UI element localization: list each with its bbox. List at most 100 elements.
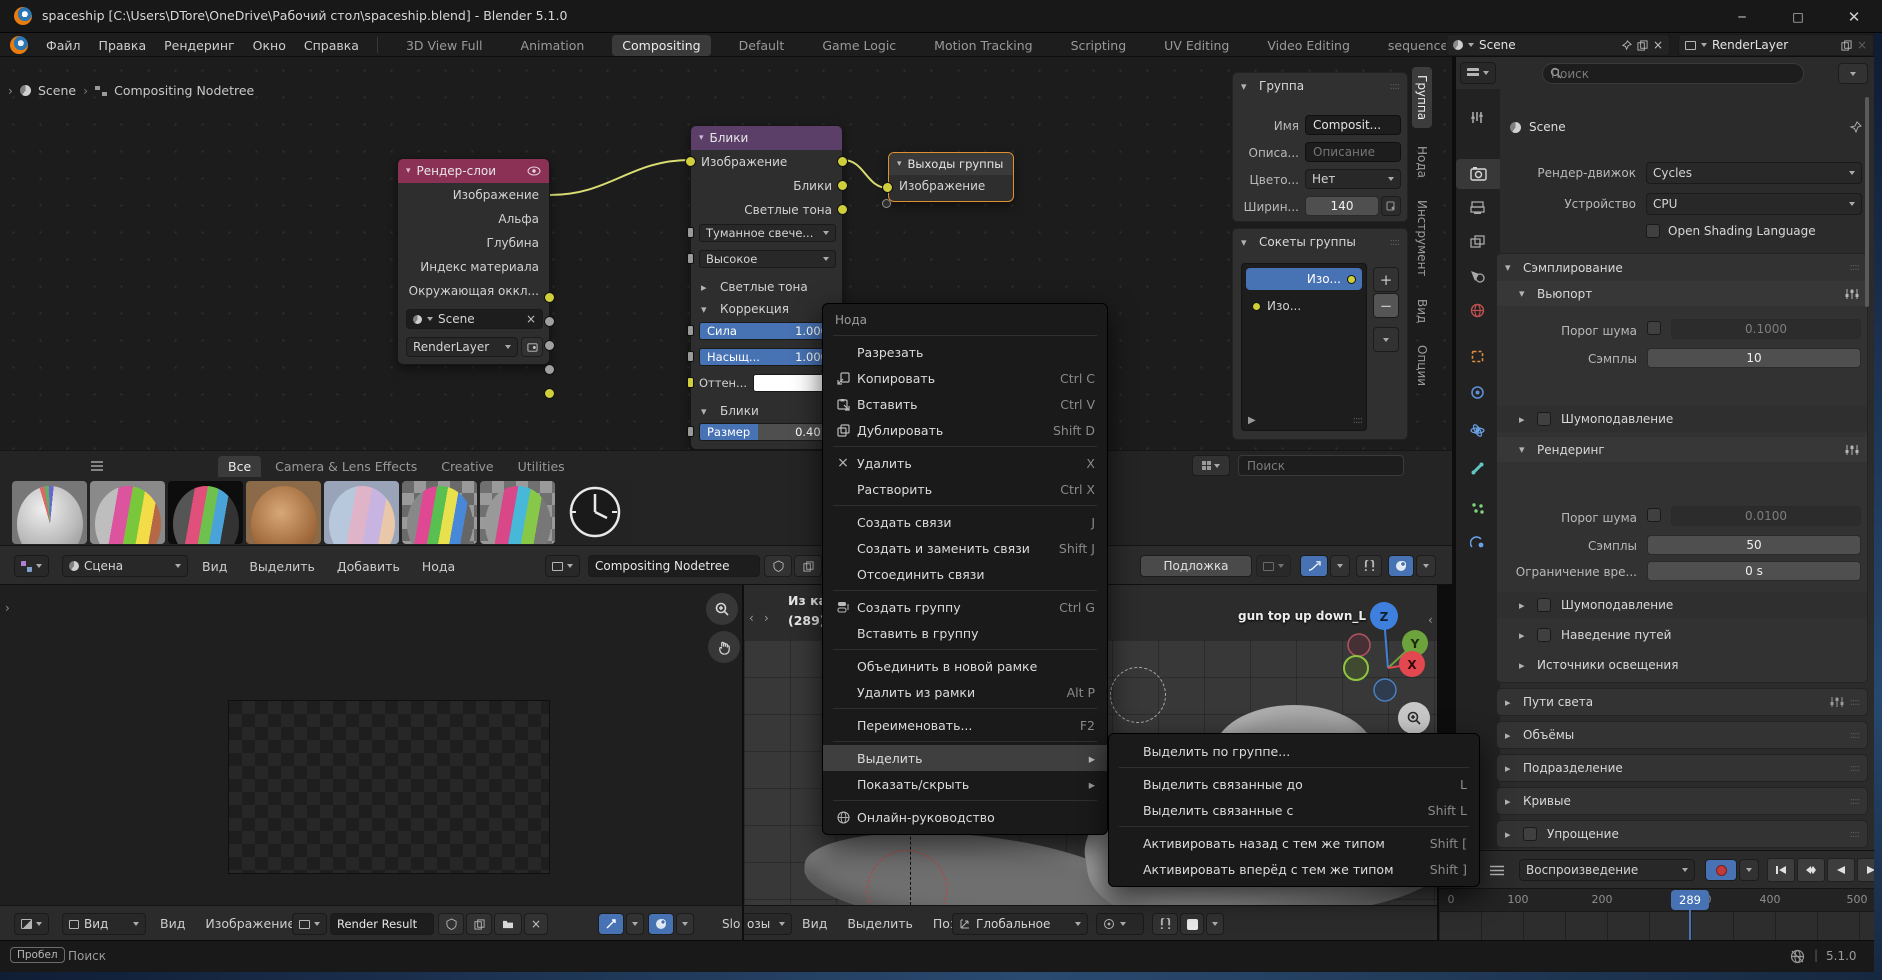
workspace-tab-compositing[interactable]: Compositing [612,35,710,56]
sidebar-tab-group[interactable]: Группа [1412,67,1432,128]
filter-settings-icon[interactable] [1845,288,1859,300]
asset-tab-camera-lens[interactable]: Camera & Lens Effects [265,456,427,477]
node-menu-node[interactable]: Нода [422,559,455,574]
remove-socket-button[interactable]: − [1373,293,1399,318]
workspace-tab-scripting[interactable]: Scripting [1061,35,1137,56]
sidebar-collapse-chevron[interactable]: ‹ [1428,613,1433,627]
curves-panel-header[interactable]: ▸Кривые:::: [1496,787,1868,815]
denoise-subpanel-header[interactable]: ▸Шумоподавление [1497,406,1867,432]
menu-render[interactable]: Рендеринг [164,38,235,53]
saturation-slider[interactable]: Насыщ...1.000 [699,348,836,366]
editor-type-button[interactable] [14,555,49,577]
pin-icon[interactable] [1621,40,1632,51]
asset-thumbnail[interactable] [12,481,87,544]
copy-nodetree-button[interactable] [794,555,822,577]
path-guiding-subpanel-header[interactable]: ▸Наведение путей [1497,622,1867,648]
tab-object-icon[interactable] [1470,349,1485,364]
sidebar-tab-options[interactable]: Опции [1412,337,1432,394]
hamburger-menu-icon[interactable] [90,461,104,471]
menu-item-make-links[interactable]: Создать связиJ [823,509,1107,535]
properties-scrollbar[interactable] [1865,97,1869,307]
snapping-magnet-button[interactable] [1356,555,1382,577]
render-single-layer-button[interactable] [521,337,543,357]
filter-settings-icon[interactable] [1845,444,1859,456]
size-slider[interactable]: Размер0.401 [699,423,836,441]
asset-thumbnail[interactable] [168,481,243,544]
menu-edit[interactable]: Правка [99,38,147,53]
menu-item-select[interactable]: Выделить▸ [823,745,1107,771]
vp-menu-view[interactable]: Вид [802,916,827,931]
menu-item-delete[interactable]: ×УдалитьX [823,450,1107,476]
glare-quality-dropdown[interactable]: Высокое [699,250,836,268]
workspace-tab-motiontracking[interactable]: Motion Tracking [924,35,1042,56]
denoise2-subpanel-header[interactable]: ▸Шумоподавление [1497,592,1867,618]
overlap-dropdown[interactable] [1416,555,1436,577]
menu-file[interactable]: Файл [46,38,81,53]
timeline-ruler[interactable]: 0 100 200 300 400 500 [1439,889,1882,911]
render-subpanel-header[interactable]: ▾Рендеринг [1497,437,1867,462]
snap-magnet-button[interactable] [1152,913,1178,935]
tab-output-icon[interactable] [1470,201,1485,215]
tab-world-icon[interactable] [1470,303,1485,318]
tab-constraints-icon[interactable] [1470,385,1485,400]
viewport-zoom-button[interactable] [1398,702,1430,734]
panel-glare-section[interactable]: ▾Блики [691,399,769,423]
current-frame-badge[interactable]: 289 [1671,890,1709,910]
simplify-panel-header[interactable]: ▸Упрощение:::: [1496,820,1868,848]
asset-thumbnail[interactable] [402,481,477,544]
asset-tab-creative[interactable]: Creative [431,456,503,477]
menu-item-rename[interactable]: Переименовать...F2 [823,712,1107,738]
maximize-button[interactable]: □ [1770,0,1826,33]
pin-icon[interactable] [1849,121,1862,134]
uv-snap-button[interactable] [598,913,624,935]
noise-threshold-checkbox[interactable] [1647,321,1661,335]
vp-menu-select[interactable]: Выделить [847,916,913,931]
image-editor[interactable]: › [0,585,742,905]
width-field[interactable]: 140 [1305,196,1379,216]
socket-item[interactable]: Изо... [1246,296,1362,316]
workspace-tab-default[interactable]: Default [729,35,795,56]
noise-threshold-field[interactable]: 0.1000 [1671,319,1861,339]
menu-item-online-manual[interactable]: Онлайн-руководство [823,804,1107,830]
menu-window[interactable]: Окно [253,38,286,53]
noise-threshold2-field[interactable]: 0.0100 [1671,506,1861,526]
backdrop-toggle[interactable]: Подложка [1140,555,1252,577]
mode-dropdown-clipped[interactable]: озы [742,913,792,935]
tab-scene-icon[interactable] [1470,269,1485,283]
menu-item-remove-from-frame[interactable]: Удалить из рамкиAlt P [823,679,1107,705]
node-group-output[interactable]: ▾ Выходы группы Изображение [888,152,1014,202]
snap-target-swatch[interactable] [1180,913,1204,935]
subdivision-panel-header[interactable]: ▸Подразделение:::: [1496,754,1868,782]
region-prev-chevron[interactable]: ‹ [749,611,754,625]
playhead-line[interactable] [1689,909,1691,940]
menu-item-duplicate[interactable]: ДублироватьShift D [823,417,1107,443]
menu-item-dissolve[interactable]: РастворитьCtrl X [823,476,1107,502]
viewport-subpanel-header[interactable]: ▾Вьюпорт [1497,281,1867,306]
menu-help[interactable]: Справка [304,38,359,53]
image-menu-view[interactable]: Вид [160,916,185,931]
asset-thumbnail[interactable] [324,481,399,544]
workspace-tab-uvediting[interactable]: UV Editing [1154,35,1239,56]
editor-type-button[interactable] [1460,62,1496,84]
copy-image-button[interactable] [466,913,492,935]
description-field[interactable]: Описание [1305,142,1401,162]
tab-data-bone-icon[interactable] [1470,461,1485,476]
close-button[interactable]: ✕ [1826,0,1882,33]
node-menu-view[interactable]: Вид [202,559,227,574]
name-field[interactable]: Composit... [1305,115,1401,135]
uv-snap-dropdown[interactable] [626,913,644,935]
volumes-panel-header[interactable]: ▸Объёмы:::: [1496,721,1868,749]
menu-item-show-hide[interactable]: Показать/скрыть▸ [823,771,1107,797]
submenu-item-select-linked-from[interactable]: Выделить связанные сShift L [1109,797,1479,823]
asset-thumbnail-clock[interactable] [558,481,633,544]
menu-item-copy[interactable]: КопироватьCtrl C [823,365,1107,391]
workspace-tab-animation[interactable]: Animation [511,35,595,56]
submenu-item-activate-same-type-next[interactable]: Активировать вперёд с тем же типомShift … [1109,856,1479,882]
light-paths-panel-header[interactable]: ▸Пути света :::: [1496,688,1868,716]
node-layer-dropdown[interactable]: RenderLayer [406,337,518,357]
minimize-button[interactable]: ─ [1714,0,1770,33]
curve-link-tool-button[interactable] [1300,555,1328,577]
proportional-dropdown[interactable] [676,913,694,935]
socket-extra-dropdown[interactable] [1373,327,1399,352]
device-dropdown[interactable]: CPU [1646,193,1862,215]
